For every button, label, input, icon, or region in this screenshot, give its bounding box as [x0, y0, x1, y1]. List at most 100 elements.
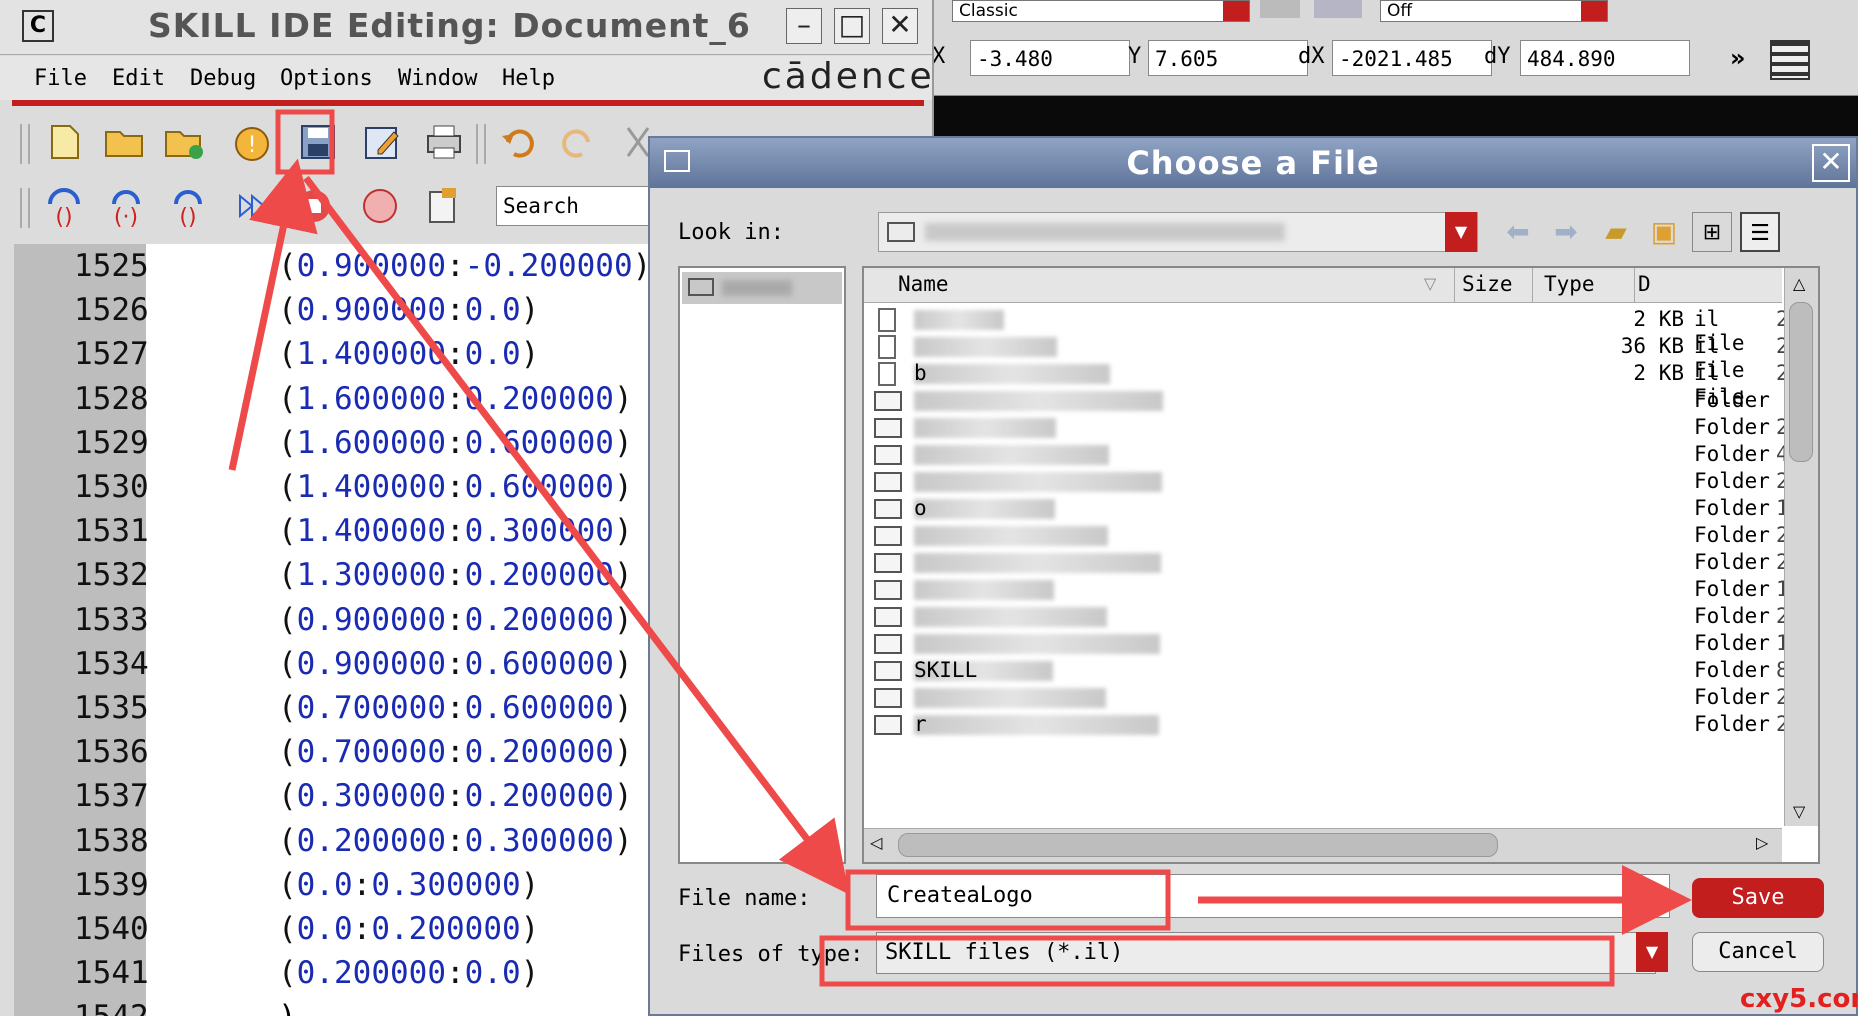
line-number: 1533 — [74, 601, 149, 638]
file-list-pane[interactable]: Name ▽ Size Type D 2 KB il File 2 36 KB il F… — [862, 266, 1820, 864]
scroll-thumb[interactable] — [898, 833, 1498, 857]
back-arrow-icon[interactable]: ⬅ — [1498, 212, 1538, 252]
new-file-icon[interactable] — [42, 120, 86, 164]
detail-view-icon[interactable]: ☰ — [1740, 212, 1780, 252]
horizontal-scrollbar[interactable]: ◁ ▷ — [864, 828, 1782, 862]
save-as-icon[interactable] — [360, 120, 404, 164]
file-type: Folder — [1694, 415, 1770, 439]
undo-icon[interactable] — [496, 120, 540, 164]
redo-icon[interactable] — [556, 120, 600, 164]
open-folder-icon[interactable] — [102, 120, 146, 164]
icon-view-icon[interactable]: ⊞ — [1692, 212, 1732, 252]
line-number: 1538 — [74, 822, 149, 859]
scroll-up-icon[interactable]: △ — [1793, 274, 1805, 293]
breakpoint-hand-icon[interactable] — [358, 184, 402, 228]
look-in-label: Look in: — [678, 220, 784, 245]
file-type: Folder — [1694, 388, 1770, 412]
cancel-button[interactable]: Cancel — [1692, 932, 1824, 972]
save-icon[interactable] — [296, 120, 340, 164]
menu-file[interactable]: File — [34, 66, 87, 91]
parent-folder-icon[interactable]: ▰ — [1596, 212, 1636, 252]
close-button[interactable]: ✕ — [882, 8, 918, 44]
dialog-close-button[interactable]: ✕ — [1812, 144, 1850, 182]
scroll-left-icon[interactable]: ◁ — [870, 833, 882, 852]
code-text: (1.400000:0.600000) — [278, 469, 633, 505]
sort-indicator-icon[interactable]: ▽ — [1424, 274, 1436, 293]
col-size[interactable]: Size — [1462, 272, 1513, 296]
places-pane[interactable] — [678, 266, 846, 864]
code-text: (0.200000:0.300000) — [278, 822, 633, 859]
chevron-down-icon[interactable]: ▼ — [1445, 212, 1477, 252]
code-text: (0.0:0.200000) — [278, 911, 540, 947]
document-icon — [878, 362, 896, 386]
toolbar-grip[interactable] — [20, 188, 30, 228]
file-type: Folder — [1694, 658, 1770, 682]
ide-titlebar[interactable]: C SKILL IDE Editing: Document_6 – □ ✕ — [0, 0, 932, 55]
toolbar-grip[interactable] — [476, 124, 486, 164]
lint-warning-icon[interactable]: ! — [230, 120, 274, 164]
menu-debug[interactable]: Debug — [190, 66, 256, 91]
virtuoso-toolbar-area: Classic Off X -3.480 Y 7.605 dX -2021.48… — [930, 0, 1858, 96]
code-text: ) — [278, 995, 297, 1016]
files-of-type-combo[interactable]: SKILL files (*.il) — [876, 932, 1656, 974]
dialog-titlebar[interactable]: Choose a File ✕ — [650, 138, 1856, 188]
toolbar-grip[interactable] — [20, 124, 30, 164]
print-icon[interactable] — [422, 120, 466, 164]
forward-arrow-icon[interactable]: ➡ — [1546, 212, 1586, 252]
file-type: Folder — [1694, 550, 1770, 574]
stop-icon[interactable] — [292, 184, 336, 228]
clipboard-icon[interactable] — [420, 184, 464, 228]
step-into-icon[interactable]: () — [42, 184, 86, 228]
file-type: Folder — [1694, 712, 1770, 736]
step-over-icon[interactable]: (·) — [104, 184, 148, 228]
line-number: 1527 — [74, 336, 149, 373]
file-name-input[interactable]: CreateaLogo — [876, 874, 1170, 918]
scroll-down-icon[interactable]: ▽ — [1793, 802, 1805, 821]
save-button[interactable]: Save — [1692, 878, 1824, 918]
col-date[interactable]: D — [1638, 272, 1651, 296]
file-name-field-extension[interactable] — [1170, 874, 1670, 918]
toolbar-icon[interactable] — [1260, 0, 1300, 18]
toolbar-icon[interactable] — [1314, 0, 1362, 18]
code-text: (0.900000:0.600000) — [278, 645, 633, 682]
y-coord-label: Y — [1128, 44, 1142, 69]
col-name[interactable]: Name — [898, 272, 949, 296]
menu-options[interactable]: Options — [280, 66, 373, 91]
folder-icon — [874, 661, 902, 681]
file-name-value: CreateaLogo — [887, 883, 1033, 908]
col-type[interactable]: Type — [1544, 272, 1595, 296]
snap-mode-combo[interactable]: Off — [1380, 0, 1608, 22]
scroll-thumb[interactable] — [1789, 302, 1813, 462]
toolbar-overflow-button[interactable]: » — [1730, 44, 1746, 72]
vertical-scrollbar[interactable]: △ ▽ — [1784, 268, 1818, 826]
menu-help[interactable]: Help — [502, 66, 555, 91]
new-folder-icon[interactable]: ▣ — [1644, 212, 1684, 252]
column-divider[interactable] — [1634, 268, 1635, 302]
scroll-right-icon[interactable]: ▷ — [1756, 833, 1768, 852]
maximize-button[interactable]: □ — [834, 8, 870, 44]
layer-style-combo[interactable]: Classic — [952, 0, 1250, 22]
places-item-selected[interactable] — [682, 272, 842, 304]
look-in-combo[interactable]: ▼ — [878, 212, 1478, 252]
minimize-button[interactable]: – — [786, 8, 822, 44]
layout-menu-icon[interactable] — [1770, 40, 1810, 80]
svg-text:(·): (·) — [114, 205, 138, 228]
open-recent-icon[interactable] — [162, 120, 206, 164]
chevron-down-icon[interactable] — [1581, 1, 1607, 21]
brand-divider — [12, 100, 924, 106]
blurred-place-name — [722, 280, 792, 296]
blurred-file-name — [914, 580, 1054, 600]
app-icon: C — [22, 10, 54, 42]
continue-icon[interactable] — [230, 184, 274, 228]
menu-window[interactable]: Window — [398, 66, 477, 91]
folder-icon — [874, 418, 902, 438]
chevron-down-icon[interactable] — [1223, 1, 1249, 21]
file-size: 2 KB — [1633, 307, 1684, 331]
folder-row[interactable]: r Folder 2 — [864, 709, 1789, 741]
chevron-down-icon[interactable]: ▼ — [1636, 932, 1668, 972]
step-out-icon[interactable]: () — [166, 184, 210, 228]
column-divider[interactable] — [1532, 268, 1533, 302]
column-divider[interactable] — [1454, 268, 1455, 302]
menu-edit[interactable]: Edit — [112, 66, 165, 91]
line-number: 1536 — [74, 734, 149, 771]
